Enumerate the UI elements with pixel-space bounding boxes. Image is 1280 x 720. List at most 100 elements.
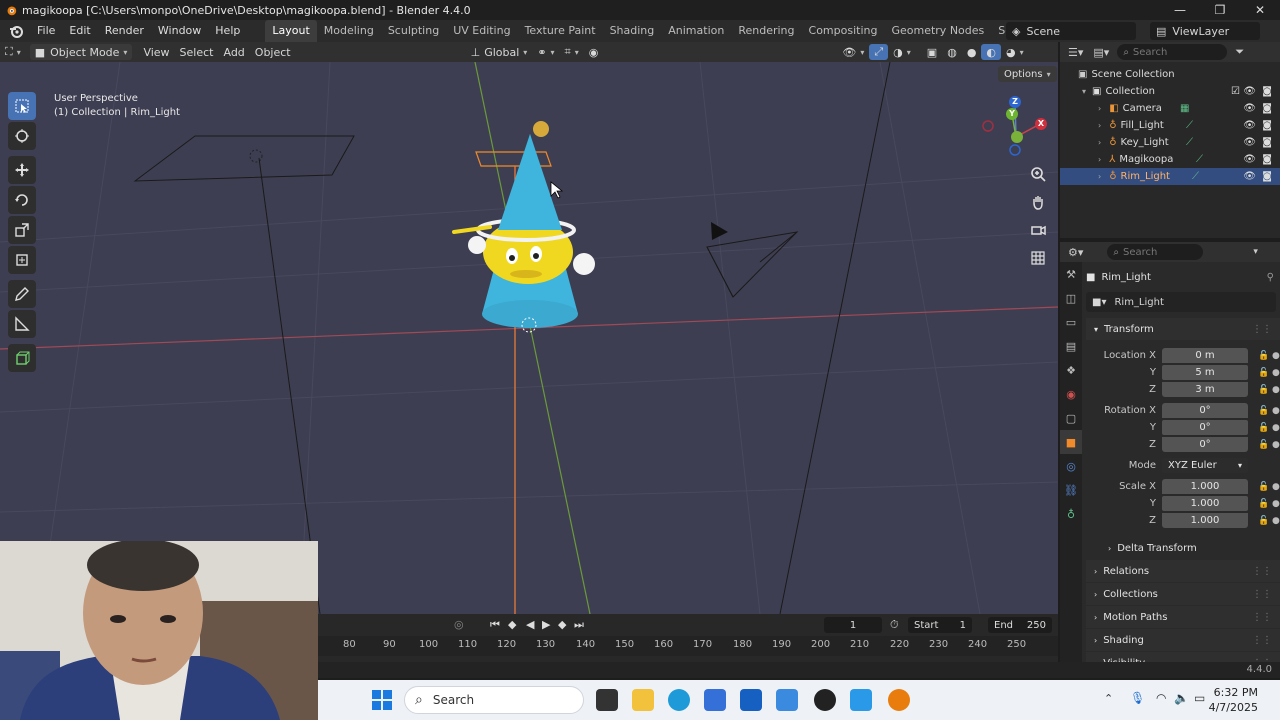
pin-icon[interactable]: ⚲ — [1267, 272, 1274, 283]
outliner-scene-collection[interactable]: ▣ Scene Collection — [1060, 66, 1280, 83]
delta-transform-panel-header[interactable]: › Delta Transform — [1086, 537, 1280, 559]
keyframe-record-icon[interactable]: ◎ — [454, 618, 464, 631]
play-icon[interactable]: ▶ — [542, 618, 550, 631]
prev-keyframe-icon[interactable]: ◆ — [508, 618, 516, 631]
light-data-tab-icon[interactable]: ♁ — [1060, 502, 1082, 526]
start-frame-field[interactable]: Start 1 — [908, 617, 972, 633]
render-camera-icon[interactable]: ◙ — [1262, 137, 1272, 148]
minimize-button[interactable]: — — [1160, 0, 1200, 20]
collections-panel-header[interactable]: › Collections ⋮⋮ — [1086, 583, 1280, 605]
transform-tool[interactable] — [8, 246, 36, 274]
expand-arrow-icon[interactable]: › — [1098, 121, 1101, 130]
render-camera-icon[interactable]: ◙ — [1262, 103, 1272, 114]
eye-icon[interactable]: 👁 — [1243, 103, 1256, 114]
outliner-item-rim-light[interactable]: › ♁ Rim_Light ⟋ 👁 ◙ — [1060, 168, 1280, 185]
tab-uv-editing[interactable]: UV Editing — [446, 20, 517, 42]
outliner-item-key-light[interactable]: › ♁ Key_Light ⟋ 👁 ◙ — [1060, 134, 1280, 151]
keyframe-dot-icon[interactable]: ● — [1272, 516, 1280, 526]
menu-view[interactable]: View — [138, 44, 174, 60]
3d-viewport[interactable]: Z Y X User Perspective (1) Collection | … — [0, 62, 1058, 614]
expand-arrow-icon[interactable]: › — [1098, 104, 1101, 113]
menu-select[interactable]: Select — [175, 44, 219, 60]
file-explorer-icon[interactable] — [632, 689, 654, 711]
scale-x-field[interactable]: 1.000 — [1162, 479, 1248, 494]
rotation-mode-select[interactable]: XYZ Euler ▾ — [1162, 458, 1248, 473]
measure-tool[interactable] — [8, 310, 36, 338]
blender-taskbar-icon[interactable] — [888, 689, 910, 711]
output-tab-icon[interactable]: ▭ — [1060, 310, 1082, 334]
shading-panel-header[interactable]: › Shading ⋮⋮ — [1086, 629, 1280, 651]
rotation-x-field[interactable]: 0° — [1162, 403, 1248, 418]
zoom-icon[interactable] — [1026, 162, 1050, 186]
store-icon[interactable] — [704, 689, 726, 711]
object-name-field[interactable]: ■▾ Rim_Light — [1086, 292, 1276, 312]
properties-options-icon[interactable]: ▾ — [1253, 247, 1258, 257]
scale-tool[interactable] — [8, 216, 36, 244]
exclude-checkbox-icon[interactable]: ☑ — [1231, 86, 1240, 97]
xray-icon[interactable]: ▣ — [922, 44, 942, 60]
proportional-edit-icon[interactable]: ◉ — [584, 44, 604, 60]
transform-panel-header[interactable]: ▾ Transform ⋮⋮ — [1086, 318, 1280, 340]
stopwatch-icon[interactable]: ⏱ — [890, 618, 899, 632]
overlays-icon[interactable]: ◑ ▾ — [888, 44, 916, 60]
jump-end-icon[interactable]: ⏭ — [574, 618, 584, 632]
constraints-tab-icon[interactable]: ⛓ — [1060, 478, 1082, 502]
lock-icon[interactable]: 🔓 — [1258, 385, 1269, 395]
keyframe-dot-icon[interactable]: ● — [1272, 368, 1280, 378]
keyframe-dot-icon[interactable]: ● — [1272, 406, 1280, 416]
physics-tab-icon[interactable]: ◎ — [1060, 454, 1082, 478]
lock-icon[interactable]: 🔓 — [1258, 482, 1269, 492]
display-mode-icon[interactable]: ▤▾ — [1093, 46, 1109, 59]
add-cube-tool[interactable] — [8, 344, 36, 372]
task-view-icon[interactable] — [596, 689, 618, 711]
outlook-icon[interactable] — [740, 689, 762, 711]
ortho-grid-icon[interactable] — [1026, 246, 1050, 270]
rotate-tool[interactable] — [8, 186, 36, 214]
tab-layout[interactable]: Layout — [265, 20, 317, 42]
tab-compositing[interactable]: Compositing — [802, 20, 885, 42]
frame-ruler[interactable]: 80 90 100 110 120 130 140 150 160 170 18… — [318, 636, 1058, 656]
recording-app-icon[interactable] — [814, 689, 836, 711]
tab-modeling[interactable]: Modeling — [317, 20, 381, 42]
render-camera-icon[interactable]: ◙ — [1262, 154, 1272, 165]
lock-icon[interactable]: 🔓 — [1258, 423, 1269, 433]
menu-render[interactable]: Render — [98, 20, 151, 42]
battery-icon[interactable]: ▭ — [1194, 691, 1205, 705]
lock-icon[interactable]: 🔓 — [1258, 499, 1269, 509]
camera-view-icon[interactable] — [1026, 218, 1050, 242]
eye-icon[interactable]: 👁 — [1243, 171, 1256, 182]
pan-hand-icon[interactable] — [1026, 190, 1050, 214]
expand-arrow-icon[interactable]: › — [1098, 172, 1101, 181]
jump-start-icon[interactable]: ⏮ — [490, 618, 500, 632]
gizmo-label-y[interactable]: Y — [1008, 109, 1016, 118]
eye-icon[interactable]: 👁 — [1243, 86, 1256, 97]
shading-wireframe-icon[interactable]: ◍ — [942, 44, 962, 60]
expand-arrow-icon[interactable]: › — [1098, 138, 1101, 147]
menu-file[interactable]: File — [30, 20, 62, 42]
filter-icon[interactable]: ⏷ — [1235, 45, 1244, 59]
tab-geometry-nodes[interactable]: Geometry Nodes — [884, 20, 991, 42]
mode-selector[interactable]: ■ Object Mode ▾ — [29, 44, 133, 60]
transform-orientation-selector[interactable]: ⊥ Global ▾ — [466, 44, 533, 60]
scale-z-field[interactable]: 1.000 — [1162, 513, 1248, 528]
properties-editor-icon[interactable]: ⚙▾ — [1068, 246, 1083, 259]
collapse-arrow-icon[interactable]: ▾ — [1082, 87, 1086, 96]
tray-chevron-icon[interactable]: ⌃ — [1104, 692, 1113, 705]
keyframe-dot-icon[interactable]: ● — [1272, 351, 1280, 361]
cursor-tool[interactable] — [8, 122, 36, 150]
eye-icon[interactable]: 👁 — [1243, 154, 1256, 165]
paint-app-icon[interactable] — [850, 689, 872, 711]
scale-y-field[interactable]: 1.000 — [1162, 496, 1248, 511]
edge-browser-icon[interactable] — [668, 689, 690, 711]
shading-rendered-icon[interactable]: ◕ ▾ — [1001, 44, 1029, 60]
view-layer-selector[interactable]: ▤ ViewLayer — [1150, 22, 1260, 40]
tab-texture-paint[interactable]: Texture Paint — [518, 20, 603, 42]
shading-material-icon[interactable]: ◐ — [981, 44, 1002, 60]
tab-animation[interactable]: Animation — [661, 20, 731, 42]
current-frame-field[interactable]: 1 — [824, 617, 882, 633]
relations-panel-header[interactable]: › Relations ⋮⋮ — [1086, 560, 1280, 582]
next-keyframe-icon[interactable]: ◆ — [558, 618, 566, 631]
tab-rendering[interactable]: Rendering — [731, 20, 801, 42]
editor-type-button[interactable]: ⛶ ▾ — [0, 44, 26, 60]
properties-search[interactable]: ⌕ Search — [1107, 244, 1204, 260]
